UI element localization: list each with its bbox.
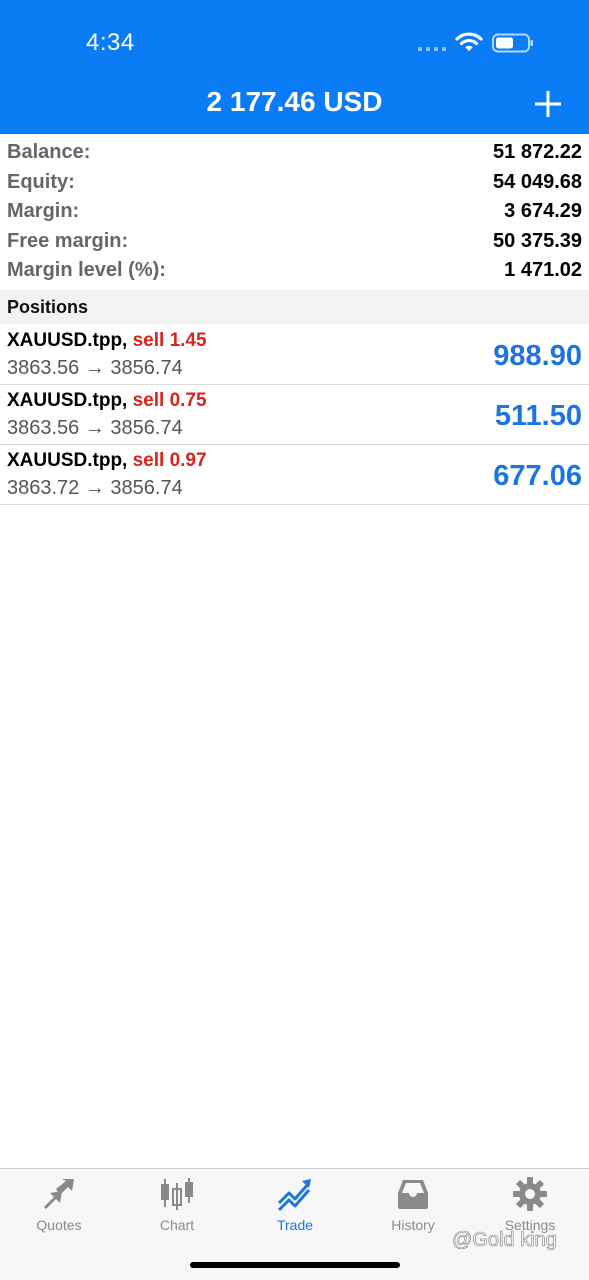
tab-chart-label: Chart xyxy=(159,1217,195,1233)
inbox-tray-icon xyxy=(398,1180,428,1209)
position-side: sell 0.75 xyxy=(132,390,207,411)
equity-label: Equity: xyxy=(7,170,75,193)
position-header: XAUUSD.tpp, sell 1.45 xyxy=(7,330,207,352)
position-header: XAUUSD.tpp, sell 0.75 xyxy=(7,390,207,412)
free-margin-label: Free margin: xyxy=(7,229,129,252)
position-profit: 511.50 xyxy=(494,400,582,432)
tab-trade[interactable]: Trade xyxy=(236,1177,354,1241)
status-time: 4:34 xyxy=(86,29,135,56)
home-indicator[interactable] xyxy=(190,1262,400,1268)
free-margin-value: 50 375.39 xyxy=(493,229,582,252)
tab-quotes[interactable]: Quotes xyxy=(0,1177,118,1241)
positions-list: XAUUSD.tpp, sell 1.45 3863.56 → 3856.74 … xyxy=(0,325,589,505)
tab-trade-label: Trade xyxy=(276,1217,314,1233)
margin-row: Margin: 3 674.29 xyxy=(0,197,589,227)
position-profit: 988.90 xyxy=(493,340,582,372)
position-side: sell 1.45 xyxy=(132,330,207,351)
position-symbol: XAUUSD.tpp, xyxy=(7,330,128,351)
balance-label: Balance: xyxy=(7,141,91,164)
trade-trend-icon xyxy=(277,1179,311,1211)
plus-icon[interactable] xyxy=(528,84,568,124)
margin-value: 3 674.29 xyxy=(504,200,582,223)
watermark-text: @Gold king xyxy=(452,1229,557,1252)
position-prices: 3863.72 → 3856.74 xyxy=(7,477,183,499)
margin-level-row: Margin level (%): 1 471.02 xyxy=(0,256,589,286)
app-header: 4:34 2 177.46 USD xyxy=(0,0,589,134)
position-row[interactable]: XAUUSD.tpp, sell 1.45 3863.56 → 3856.74 … xyxy=(0,325,589,385)
position-row[interactable]: XAUUSD.tpp, sell 0.97 3863.72 → 3856.74 … xyxy=(0,445,589,505)
equity-row: Equity: 54 049.68 xyxy=(0,168,589,198)
gear-icon xyxy=(513,1177,547,1211)
position-header: XAUUSD.tpp, sell 0.97 xyxy=(7,450,207,472)
position-prices: 3863.56 → 3856.74 xyxy=(7,357,183,379)
equity-value: 54 049.68 xyxy=(493,170,582,193)
positions-section-header: Positions xyxy=(0,290,589,324)
position-prices: 3863.56 → 3856.74 xyxy=(7,417,183,439)
balance-row: Balance: 51 872.22 xyxy=(0,138,589,168)
tab-chart[interactable]: Chart xyxy=(118,1177,236,1241)
account-summary: Balance: 51 872.22 Equity: 54 049.68 Mar… xyxy=(0,138,589,286)
position-side: sell 0.97 xyxy=(132,450,207,471)
quotes-arrows-icon xyxy=(44,1179,74,1209)
account-equity-title: 2 177.46 USD xyxy=(206,86,383,117)
position-symbol: XAUUSD.tpp, xyxy=(7,450,128,471)
free-margin-row: Free margin: 50 375.39 xyxy=(0,227,589,257)
candlestick-icon xyxy=(161,1178,193,1210)
wifi-icon xyxy=(455,32,483,51)
position-symbol: XAUUSD.tpp, xyxy=(7,390,128,411)
battery-icon xyxy=(492,33,533,53)
balance-value: 51 872.22 xyxy=(493,141,582,164)
cellular-signal-icon xyxy=(418,47,446,51)
positions-title: Positions xyxy=(7,296,89,317)
margin-label: Margin: xyxy=(7,200,80,223)
tab-quotes-label: Quotes xyxy=(36,1217,82,1233)
margin-level-label: Margin level (%): xyxy=(7,259,166,282)
position-row[interactable]: XAUUSD.tpp, sell 0.75 3863.56 → 3856.74 … xyxy=(0,385,589,445)
margin-level-value: 1 471.02 xyxy=(504,259,582,282)
position-profit: 677.06 xyxy=(493,460,582,492)
